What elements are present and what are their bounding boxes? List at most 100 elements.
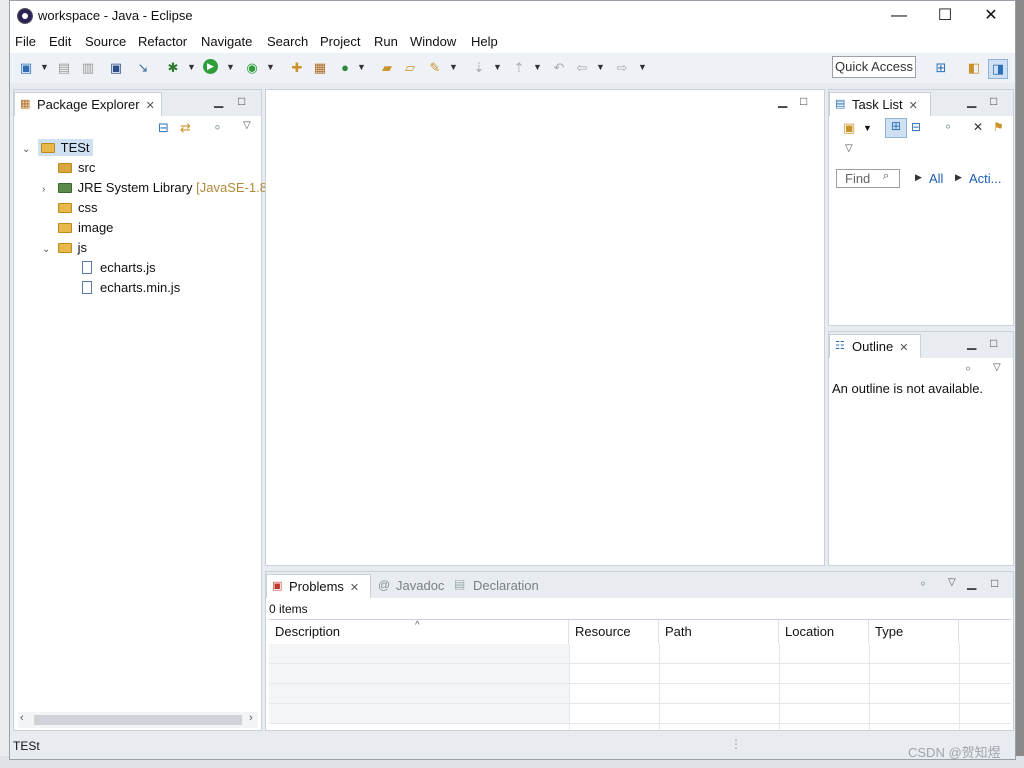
new-package-icon[interactable]: ▦ <box>311 59 329 77</box>
focus-icon[interactable]: ⚬ <box>963 362 973 376</box>
maximize-button[interactable]: ☐ <box>922 1 968 31</box>
view-menu-icon[interactable]: ▽ <box>243 120 251 131</box>
search-toolbar-icon[interactable]: ✎ <box>426 59 444 77</box>
external-tool-dropdown-icon[interactable]: ▼ <box>266 62 275 72</box>
horizontal-scrollbar[interactable]: ‹ › <box>18 712 258 728</box>
close-tab-icon[interactable]: ✕ <box>146 100 155 112</box>
quick-access-input[interactable]: Quick Access <box>832 56 916 78</box>
run-external-tool-icon[interactable]: ◉ <box>243 59 261 77</box>
tree-js-row[interactable]: ⌄ js <box>42 240 87 255</box>
menu-file[interactable]: File <box>15 34 36 49</box>
tree-file-row[interactable]: echarts.min.js <box>82 280 180 295</box>
tree-file-row[interactable]: echarts.js <box>82 260 156 275</box>
view-menu-icon[interactable]: ▽ <box>948 577 956 588</box>
open-perspective-icon[interactable]: ⊞ <box>932 59 950 77</box>
column-header-type[interactable]: Type <box>869 620 959 644</box>
view-menu-icon[interactable]: ▽ <box>845 143 853 154</box>
filter-activate-link[interactable]: Acti... <box>969 171 1002 186</box>
debug-icon[interactable]: ✱ <box>164 59 182 77</box>
scroll-left-icon[interactable]: ‹ <box>20 712 24 724</box>
column-header-location[interactable]: Location <box>779 620 869 644</box>
minimize-icon[interactable]: ▁ <box>967 336 976 350</box>
new-dropdown-icon[interactable]: ▼ <box>40 62 49 72</box>
save-all-icon[interactable]: ▥ <box>79 59 97 77</box>
column-header-description[interactable]: Description ^ <box>269 620 569 644</box>
forward-arrow-icon[interactable]: ⇨ <box>613 59 631 77</box>
menu-navigate[interactable]: Navigate <box>201 34 252 49</box>
last-edit-location-icon[interactable]: ↶ <box>550 59 568 77</box>
collapse-all-icon[interactable]: ⊟ <box>158 120 169 136</box>
scheduled-icon[interactable]: ⊟ <box>911 120 921 134</box>
find-input[interactable]: Find ⌕ <box>836 169 900 188</box>
back-dropdown-icon[interactable]: ▼ <box>596 62 605 72</box>
expand-twisty-icon[interactable]: ⌄ <box>22 144 34 155</box>
tree-jre-row[interactable]: › JRE System Library [JavaSE-1.8] <box>42 180 271 195</box>
collapsed-twisty-icon[interactable]: › <box>42 184 54 195</box>
close-tab-icon[interactable]: ✕ <box>899 342 908 354</box>
skip-breakpoints-icon[interactable]: ↘ <box>134 59 152 77</box>
back-arrow-icon[interactable]: ⇦ <box>573 59 591 77</box>
java-ee-perspective-icon[interactable]: ◧ <box>965 59 983 77</box>
new-java-project-icon[interactable]: ✚ <box>288 59 306 77</box>
open-task-icon[interactable]: ▱ <box>401 59 419 77</box>
tab-outline[interactable]: ☷ Outline ✕ <box>829 334 921 358</box>
new-class-icon[interactable]: ● <box>336 59 354 77</box>
scrollbar-thumb[interactable] <box>34 715 242 725</box>
tab-javadoc[interactable]: Javadoc <box>396 578 444 593</box>
focus-icon[interactable]: ⚬ <box>943 120 953 134</box>
search-dropdown-icon[interactable]: ▼ <box>449 62 458 72</box>
status-divider-grip[interactable]: ⋮ <box>730 737 742 751</box>
focus-icon[interactable]: ⚬ <box>918 577 928 591</box>
tree-src-row[interactable]: src <box>58 160 95 175</box>
filter-all-link[interactable]: All <box>929 171 943 186</box>
menu-refactor[interactable]: Refactor <box>138 34 187 49</box>
open-type-icon[interactable]: ▰ <box>378 59 396 77</box>
close-tab-icon[interactable]: ✕ <box>350 582 359 594</box>
tree-css-row[interactable]: css <box>58 200 98 215</box>
new-task-icon[interactable]: ▣ <box>843 120 855 136</box>
save-icon[interactable]: ▤ <box>55 59 73 77</box>
tree-image-row[interactable]: image <box>58 220 113 235</box>
column-header-resource[interactable]: Resource <box>569 620 659 644</box>
next-annotation-dropdown-icon[interactable]: ▼ <box>493 62 502 72</box>
menu-project[interactable]: Project <box>320 34 360 49</box>
terminal-icon[interactable]: ▣ <box>107 59 125 77</box>
new-icon[interactable]: ▣ <box>17 59 35 77</box>
run-dropdown-icon[interactable]: ▼ <box>226 62 235 72</box>
maximize-icon[interactable]: □ <box>800 94 807 108</box>
menu-run[interactable]: Run <box>374 34 398 49</box>
menu-edit[interactable]: Edit <box>49 34 71 49</box>
minimize-icon[interactable]: ▁ <box>778 94 787 108</box>
link-with-editor-icon[interactable]: ⇄ <box>180 120 191 136</box>
close-window-button[interactable]: ✕ <box>968 1 1014 31</box>
tab-declaration[interactable]: Declaration <box>473 578 539 593</box>
minimize-icon[interactable]: ▁ <box>214 94 223 108</box>
new-task-dropdown-icon[interactable]: ▼ <box>863 123 872 133</box>
tab-package-explorer[interactable]: ▦ Package Explorer ✕ <box>14 92 162 116</box>
view-menu-icon[interactable]: ▽ <box>993 362 1001 373</box>
tab-task-list[interactable]: ▤ Task List ✕ <box>829 92 931 116</box>
maximize-icon[interactable]: □ <box>990 336 997 350</box>
previous-annotation-icon[interactable]: ⇡ <box>510 59 528 77</box>
forward-dropdown-icon[interactable]: ▼ <box>638 62 647 72</box>
run-icon[interactable]: ▶ <box>203 59 218 74</box>
menu-search[interactable]: Search <box>267 34 308 49</box>
tree-project-row[interactable]: ⌄ TESt <box>22 139 93 156</box>
scroll-right-icon[interactable]: › <box>249 712 253 724</box>
previous-annotation-dropdown-icon[interactable]: ▼ <box>533 62 542 72</box>
categorized-icon[interactable]: ⊞ <box>885 118 907 138</box>
synchronize-icon[interactable]: ⚑ <box>993 120 1004 134</box>
expand-twisty-icon[interactable]: ⌄ <box>42 244 54 255</box>
menu-window[interactable]: Window <box>410 34 456 49</box>
close-tab-icon[interactable]: ✕ <box>909 100 918 112</box>
next-annotation-icon[interactable]: ⇣ <box>470 59 488 77</box>
maximize-icon[interactable]: □ <box>991 576 998 590</box>
new-class-dropdown-icon[interactable]: ▼ <box>357 62 366 72</box>
minimize-icon[interactable]: ▁ <box>967 94 976 108</box>
java-perspective-icon[interactable]: ◨ <box>988 59 1008 79</box>
hide-completed-icon[interactable]: ✕ <box>973 120 983 134</box>
focus-icon[interactable]: ⚬ <box>212 120 223 136</box>
menu-help[interactable]: Help <box>471 34 498 49</box>
minimize-button[interactable]: — <box>876 1 922 31</box>
minimize-icon[interactable]: ▁ <box>967 576 976 590</box>
